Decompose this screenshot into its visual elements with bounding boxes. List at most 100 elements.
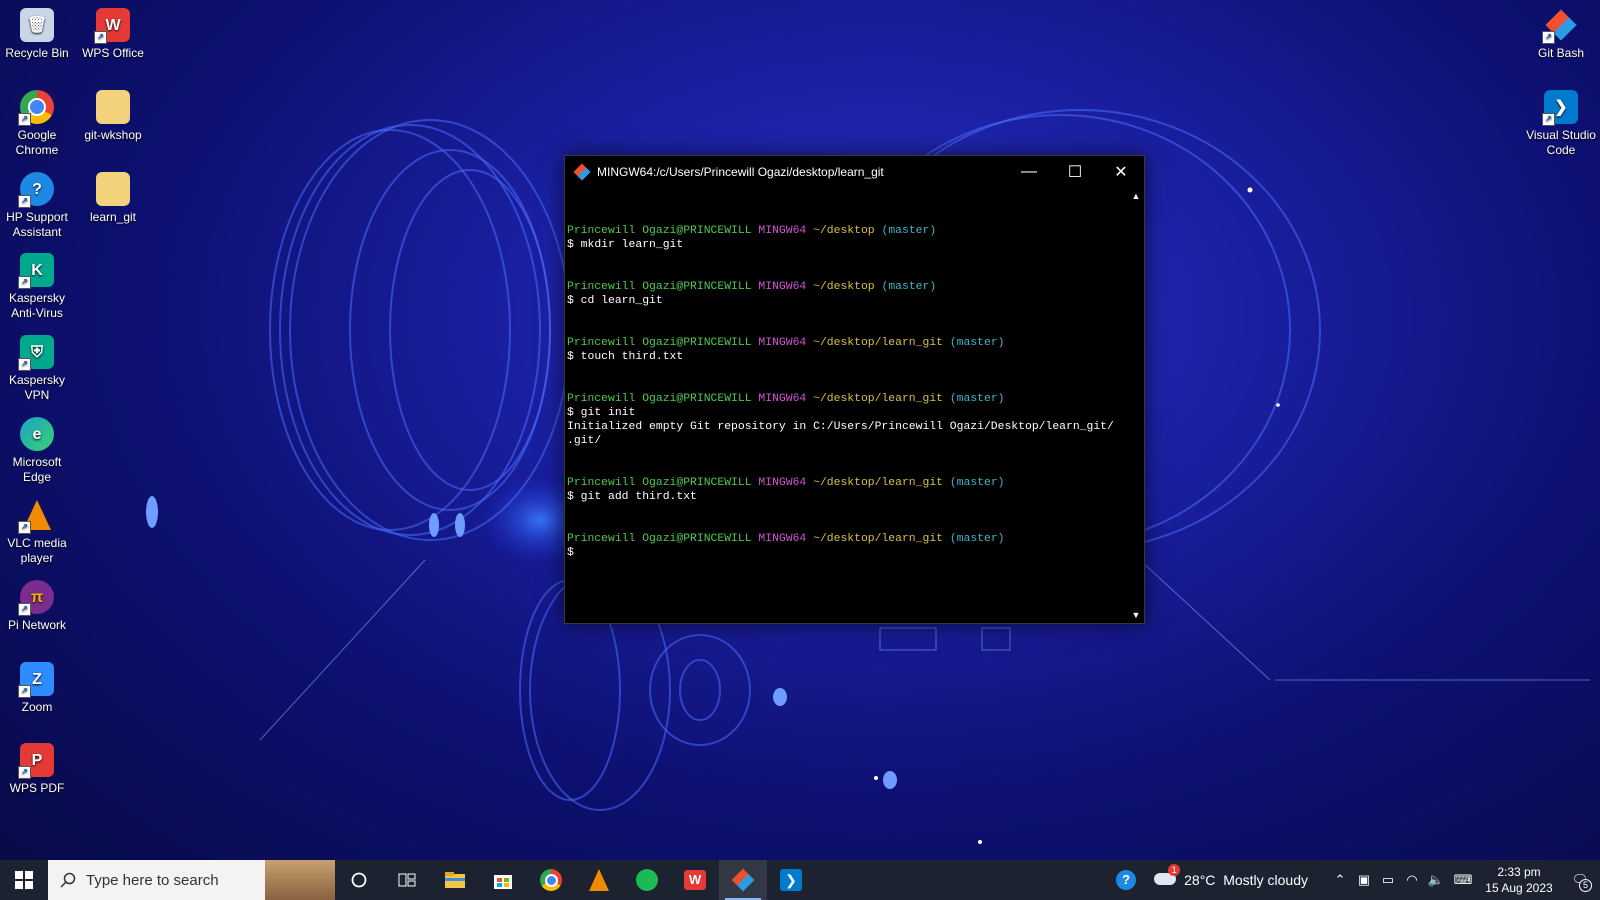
taskbar-spotify[interactable] — [623, 860, 671, 900]
prompt-user: Princewill Ogazi@PRINCEWILL — [567, 393, 752, 405]
desktop-icon-label: Recycle Bin — [5, 46, 69, 60]
maximize-button[interactable]: ☐ — [1052, 156, 1098, 188]
prompt-path: ~/desktop — [813, 225, 875, 237]
speaker-icon: 🔈 — [1427, 872, 1445, 887]
desktop-icon-git-bash[interactable]: ↗ Git Bash — [1524, 8, 1598, 61]
terminal-command: $ cd learn_git — [567, 295, 663, 307]
vscode-icon: ❯ — [780, 869, 802, 891]
prompt-user: Princewill Ogazi@PRINCEWILL — [567, 281, 752, 293]
desktop-icon-kaspersky-vpn[interactable]: ⛨ ↗ Kaspersky VPN — [0, 335, 74, 403]
desktop-icon-label: Kaspersky VPN — [8, 373, 66, 402]
network-button[interactable]: ◠ — [1400, 860, 1424, 900]
file-explorer-icon — [445, 872, 465, 888]
desktop-icon-vlc[interactable]: ↗ VLC media player — [0, 498, 74, 566]
desktop-icon-wps-pdf[interactable]: P ↗ WPS PDF — [0, 743, 74, 796]
volume-button[interactable]: 🔈 — [1424, 860, 1448, 900]
show-hidden-icons-button[interactable]: ⌃ — [1328, 860, 1352, 900]
system-tray: ? 1 28°C Mostly cloudy ⌃ ▣ ▭ ◠ 🔈 ⌨ 2:33 … — [1106, 860, 1600, 900]
start-button[interactable] — [0, 860, 48, 900]
desktop-icon-pi-network[interactable]: π ↗ Pi Network — [0, 580, 74, 633]
prompt-path: ~/desktop/learn_git — [813, 533, 943, 545]
terminal-block: Princewill Ogazi@PRINCEWILL MINGW64 ~/de… — [567, 476, 1126, 504]
weather-widget[interactable]: 1 28°C Mostly cloudy — [1146, 864, 1316, 888]
prompt-branch: (master) — [949, 477, 1005, 489]
desktop-icon-label: Zoom — [21, 700, 53, 714]
git-bash-app-icon — [573, 163, 591, 181]
prompt-path: ~/desktop — [813, 281, 875, 293]
notification-count: 5 — [1579, 879, 1592, 892]
prompt-path: ~/desktop/learn_git — [813, 477, 943, 489]
spotify-icon — [636, 869, 658, 891]
zoom-icon: Z ↗ — [18, 662, 54, 698]
terminal-block: Princewill Ogazi@PRINCEWILL MINGW64 ~/de… — [567, 532, 1126, 560]
desktop-icon-hp-support[interactable]: ? ↗ HP Support Assistant — [0, 172, 74, 240]
desktop-icon-git-wkshop[interactable]: git-wkshop — [76, 90, 150, 143]
prompt-branch: (master) — [949, 533, 1005, 545]
git-bash-icon — [731, 868, 755, 892]
desktop-icon-kaspersky-antivirus[interactable]: K ↗ Kaspersky Anti-Virus — [0, 253, 74, 321]
taskbar-chrome[interactable] — [527, 860, 575, 900]
desktop-icon-google-chrome[interactable]: ↗ Google Chrome — [0, 90, 74, 158]
wifi-icon: ◠ — [1406, 872, 1418, 887]
windows-logo-icon — [15, 871, 33, 889]
scroll-down-icon[interactable]: ▼ — [1128, 607, 1144, 623]
vscode-icon: ❯ ↗ — [1542, 90, 1578, 126]
keyboard-icon: ⌨ — [1453, 872, 1473, 887]
help-tray-button[interactable]: ? — [1106, 860, 1146, 900]
prompt-shell: MINGW64 — [758, 337, 807, 349]
terminal-output[interactable]: Princewill Ogazi@PRINCEWILL MINGW64 ~/de… — [565, 188, 1128, 623]
desktop-icon-label: VLC media player — [7, 536, 67, 565]
clock-date: 15 Aug 2023 — [1485, 881, 1553, 895]
chevron-up-icon: ⌃ — [1334, 872, 1346, 887]
window-titlebar[interactable]: MINGW64:/c/Users/Princewill Ogazi/deskto… — [565, 156, 1144, 188]
keyboard-button[interactable]: ⌨ — [1448, 860, 1478, 900]
task-view-button[interactable] — [383, 860, 431, 900]
terminal-scrollbar[interactable]: ▲ ▼ — [1128, 188, 1144, 623]
desktop-icon-recycle-bin[interactable]: 🗑 Recycle Bin — [0, 8, 74, 61]
cortana-button[interactable] — [335, 860, 383, 900]
search-placeholder: Type here to search — [86, 871, 219, 889]
folder-icon — [96, 172, 130, 206]
hp-support-icon: ? ↗ — [18, 172, 54, 208]
desktop-icon-label: WPS PDF — [9, 781, 65, 795]
minimize-button[interactable]: — — [1006, 156, 1052, 188]
terminal-command: $ touch third.txt — [567, 351, 684, 363]
terminal-command-output: Initialized empty Git repository in C:/U… — [567, 421, 1114, 447]
cortana-icon — [351, 872, 367, 888]
taskbar-wps-office[interactable]: W — [671, 860, 719, 900]
prompt-user: Princewill Ogazi@PRINCEWILL — [567, 477, 752, 489]
scroll-up-icon[interactable]: ▲ — [1128, 188, 1144, 204]
prompt-shell: MINGW64 — [758, 477, 807, 489]
desktop-icon-label: Google Chrome — [15, 128, 59, 157]
terminal-block: Princewill Ogazi@PRINCEWILL MINGW64 ~/de… — [567, 224, 1126, 252]
desktop-icon-zoom[interactable]: Z ↗ Zoom — [0, 662, 74, 715]
git-bash-window[interactable]: MINGW64:/c/Users/Princewill Ogazi/deskto… — [564, 155, 1145, 624]
camera-icon: ▣ — [1357, 872, 1371, 887]
action-center-button[interactable]: 🗨 5 — [1560, 860, 1600, 900]
prompt-user: Princewill Ogazi@PRINCEWILL — [567, 225, 752, 237]
desktop-icon-microsoft-edge[interactable]: e Microsoft Edge — [0, 417, 74, 485]
taskbar-git-bash[interactable] — [719, 860, 767, 900]
close-button[interactable]: ✕ — [1098, 156, 1144, 188]
taskbar-microsoft-store[interactable] — [479, 860, 527, 900]
prompt-shell: MINGW64 — [758, 225, 807, 237]
desktop-icon-learn-git[interactable]: learn_git — [76, 172, 150, 225]
desktop-icon-vscode[interactable]: ❯ ↗ Visual Studio Code — [1524, 90, 1598, 158]
weather-description: Mostly cloudy — [1223, 872, 1308, 888]
taskbar-clock[interactable]: 2:33 pm 15 Aug 2023 — [1478, 864, 1560, 896]
taskbar: Type here to search W ❯ ? 1 28°C Mostly … — [0, 860, 1600, 900]
taskbar-file-explorer[interactable] — [431, 860, 479, 900]
meet-now-button[interactable]: ▣ — [1352, 860, 1376, 900]
maximize-icon: ☐ — [1067, 164, 1083, 181]
battery-button[interactable]: ▭ — [1376, 860, 1400, 900]
weather-badge: 1 — [1168, 864, 1181, 876]
desktop-icon-wps-office[interactable]: W ↗ WPS Office — [76, 8, 150, 61]
taskbar-vlc[interactable] — [575, 860, 623, 900]
terminal-prompt-input[interactable]: $ — [567, 547, 574, 559]
window-title: MINGW64:/c/Users/Princewill Ogazi/deskto… — [597, 165, 884, 179]
taskbar-vscode[interactable]: ❯ — [767, 860, 815, 900]
minimize-icon: — — [1021, 163, 1037, 180]
terminal-command: $ git init — [567, 407, 636, 419]
prompt-path: ~/desktop/learn_git — [813, 337, 943, 349]
taskbar-search-box[interactable]: Type here to search — [48, 860, 335, 900]
